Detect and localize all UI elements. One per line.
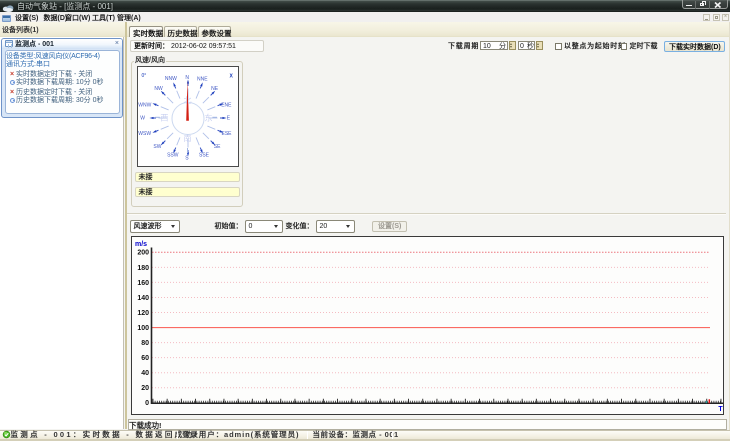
- svg-text:SSE: SSE: [198, 152, 209, 158]
- svg-text:40: 40: [141, 370, 149, 377]
- svg-text:西: 西: [160, 113, 168, 122]
- svg-text:NE: NE: [211, 86, 219, 92]
- svg-text:东: 东: [204, 112, 212, 122]
- svg-text:NNE: NNE: [197, 76, 208, 82]
- svg-text:0°: 0°: [141, 73, 146, 79]
- svg-text:WNW: WNW: [138, 102, 151, 108]
- svg-text:北: 北: [183, 95, 191, 104]
- svg-text:WSW: WSW: [138, 131, 151, 137]
- svg-text:0: 0: [145, 400, 149, 407]
- svg-text:T: T: [718, 406, 723, 413]
- svg-text:ENE: ENE: [221, 102, 232, 108]
- svg-text:200: 200: [137, 249, 149, 256]
- svg-text:60: 60: [141, 355, 149, 362]
- svg-text:120: 120: [137, 309, 149, 316]
- svg-text:SSW: SSW: [167, 152, 179, 158]
- svg-text:ESE: ESE: [221, 131, 232, 137]
- svg-text:SE: SE: [213, 143, 220, 149]
- svg-text:NW: NW: [154, 86, 163, 92]
- svg-text:160: 160: [137, 279, 149, 286]
- svg-text:W: W: [140, 115, 145, 121]
- svg-text:南: 南: [183, 133, 191, 143]
- svg-text:80: 80: [141, 340, 149, 347]
- svg-text:SW: SW: [153, 143, 161, 149]
- svg-text:m/s: m/s: [135, 241, 147, 248]
- svg-text:N: N: [185, 74, 189, 80]
- svg-text:20: 20: [141, 385, 149, 392]
- svg-text:NNW: NNW: [164, 76, 176, 82]
- svg-text:180: 180: [137, 264, 149, 271]
- svg-text:100: 100: [137, 324, 149, 331]
- svg-text:X: X: [229, 73, 233, 79]
- svg-text:E: E: [226, 115, 230, 121]
- svg-text:140: 140: [137, 294, 149, 301]
- svg-text:S: S: [185, 155, 189, 161]
